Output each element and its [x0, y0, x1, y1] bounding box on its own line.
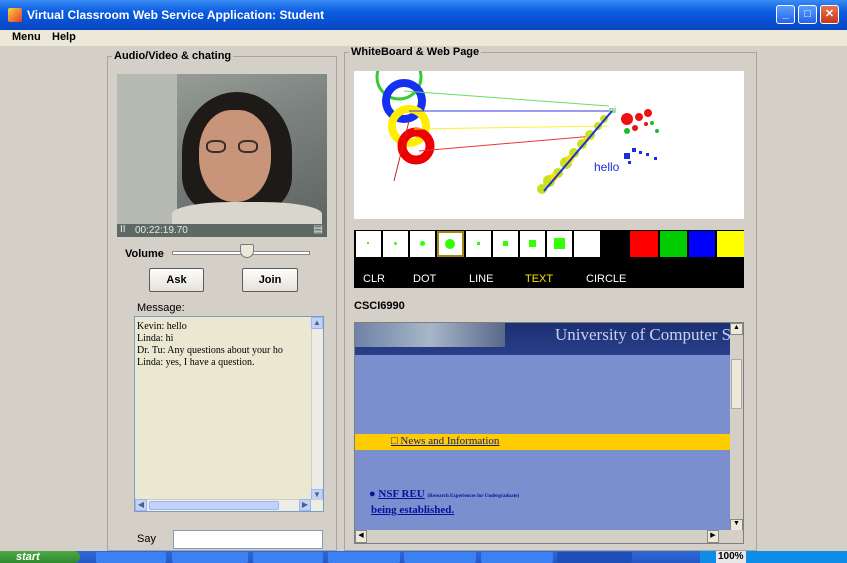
- color-yellow[interactable]: [717, 231, 744, 257]
- taskbar-item[interactable]: [328, 552, 400, 563]
- video-feed: [117, 74, 327, 224]
- system-tray: 100%: [700, 551, 847, 563]
- nsf-reu-link[interactable]: ● NSF REU (Research Experiences for Unde…: [369, 488, 519, 500]
- message-line: Linda: yes, I have a question.: [137, 357, 255, 368]
- nsf-reu-subtext: (Research Experiences for Undergraduate): [427, 494, 520, 499]
- message-line: Dr. Tu: Any questions about your ho: [137, 345, 283, 356]
- message-label: Message:: [137, 302, 185, 314]
- join-button[interactable]: Join: [242, 268, 298, 292]
- tool-dot[interactable]: DOT: [413, 273, 436, 285]
- color-blue[interactable]: [689, 231, 715, 257]
- taskbar-item[interactable]: [96, 552, 166, 563]
- news-link[interactable]: □ News and Information: [391, 435, 499, 447]
- web-vertical-scrollbar[interactable]: ▲ ▼: [730, 323, 743, 531]
- scroll-thumb[interactable]: [149, 501, 279, 510]
- web-banner-text: University of Computer Sc: [555, 325, 739, 344]
- title-bar: Virtual Classroom Web Service Applicatio…: [0, 0, 847, 30]
- whiteboard-text: hello: [594, 160, 620, 174]
- tool-circle[interactable]: CIRCLE: [586, 273, 626, 285]
- tool-bar: CLR DOT LINE TEXT CIRCLE: [354, 258, 744, 288]
- close-button[interactable]: ✕: [820, 5, 839, 24]
- web-page-viewer[interactable]: University of Computer Sc □ News and Inf…: [354, 322, 744, 544]
- web-scroll-right-icon[interactable]: ▶: [707, 530, 719, 543]
- taskbar: start 100%: [0, 551, 847, 563]
- taskbar-item[interactable]: [172, 552, 248, 563]
- svg-text:ni: ni: [609, 105, 616, 115]
- pen-square-3[interactable]: [520, 231, 545, 257]
- color-red[interactable]: [630, 231, 658, 257]
- client-area: Audio/Video & chating II 00:22:19.70 ▤ V…: [0, 46, 847, 551]
- news-bar: □ News and Information: [355, 434, 731, 450]
- color-black[interactable]: [602, 231, 628, 257]
- video-time: 00:22:19.70: [135, 225, 188, 236]
- pen-size-4[interactable]: [437, 231, 464, 257]
- pen-square-4[interactable]: [547, 231, 572, 257]
- message-line: Linda: hi: [137, 333, 174, 344]
- audio-video-panel-title: Audio/Video & chating: [112, 50, 234, 62]
- tool-line[interactable]: LINE: [469, 273, 493, 285]
- pen-size-2[interactable]: [383, 231, 408, 257]
- scroll-left-icon[interactable]: ◀: [135, 499, 147, 511]
- message-area[interactable]: Kevin: hello Linda: hi Dr. Tu: Any quest…: [134, 316, 324, 512]
- message-line: Kevin: hello: [137, 321, 187, 332]
- app-icon: [8, 8, 22, 22]
- volume-slider-thumb[interactable]: [240, 244, 254, 258]
- nsf-reu-line2[interactable]: being established.: [371, 504, 454, 516]
- pause-icon[interactable]: II: [120, 224, 126, 235]
- video-status-bar: II 00:22:19.70 ▤: [117, 224, 327, 237]
- pen-square-1[interactable]: [466, 231, 491, 257]
- menu-item-menu[interactable]: Menu: [12, 31, 41, 43]
- menu-bar: Menu Help: [0, 30, 847, 46]
- web-scroll-up-icon[interactable]: ▲: [730, 323, 743, 335]
- web-banner: University of Computer Sc: [355, 323, 739, 355]
- tool-clr[interactable]: CLR: [363, 273, 385, 285]
- say-input[interactable]: [173, 530, 323, 549]
- whiteboard-drawing: hello ni: [375, 53, 659, 194]
- zoom-indicator: 100%: [716, 551, 746, 563]
- pen-size-1[interactable]: [356, 231, 381, 257]
- maximize-button[interactable]: □: [798, 5, 817, 24]
- color-green[interactable]: [660, 231, 687, 257]
- pen-palette: [354, 230, 744, 258]
- menu-item-help[interactable]: Help: [52, 31, 76, 43]
- scroll-right-icon[interactable]: ▶: [299, 499, 311, 511]
- taskbar-item-active[interactable]: [557, 552, 632, 563]
- message-vertical-scrollbar[interactable]: ▲ ▼: [311, 317, 323, 501]
- whiteboard-canvas[interactable]: hello ni: [354, 53, 744, 219]
- taskbar-item[interactable]: [481, 552, 553, 563]
- pen-square-2[interactable]: [493, 231, 518, 257]
- color-white[interactable]: [574, 231, 600, 257]
- taskbar-item[interactable]: [404, 552, 476, 563]
- whiteboard-panel-title: WhiteBoard & Web Page: [349, 46, 482, 58]
- minimize-button[interactable]: _: [776, 5, 795, 24]
- scroll-up-icon[interactable]: ▲: [311, 317, 323, 329]
- say-label: Say: [137, 533, 156, 545]
- window-title: Virtual Classroom Web Service Applicatio…: [27, 8, 325, 22]
- ask-button[interactable]: Ask: [149, 268, 204, 292]
- nsf-reu-text[interactable]: NSF REU: [378, 488, 424, 500]
- web-horizontal-scrollbar[interactable]: ◀ ▶: [355, 530, 743, 543]
- film-icon[interactable]: ▤: [314, 224, 323, 235]
- start-button[interactable]: start: [0, 551, 80, 563]
- tool-text[interactable]: TEXT: [525, 273, 553, 285]
- web-scroll-thumb[interactable]: [731, 359, 742, 409]
- pen-size-3[interactable]: [410, 231, 435, 257]
- course-label: CSCI6990: [354, 300, 405, 312]
- message-horizontal-scrollbar[interactable]: ◀ ▶: [135, 499, 323, 511]
- volume-label: Volume: [125, 248, 164, 260]
- taskbar-item[interactable]: [253, 552, 323, 563]
- web-scroll-left-icon[interactable]: ◀: [355, 530, 367, 543]
